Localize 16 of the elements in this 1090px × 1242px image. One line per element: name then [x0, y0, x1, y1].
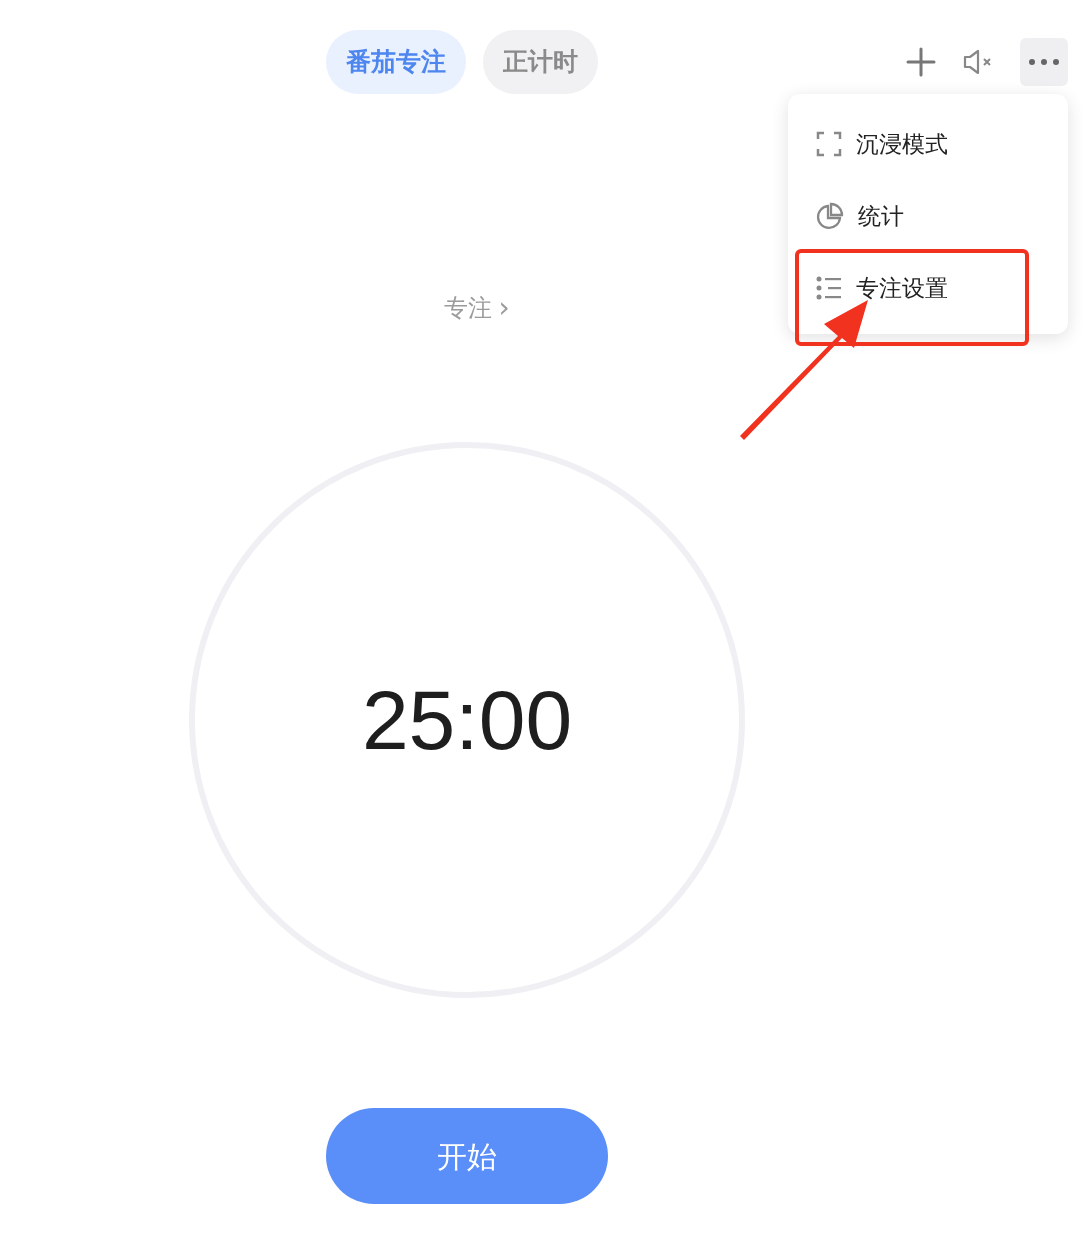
- more-button[interactable]: [1020, 38, 1068, 86]
- chevron-icon[interactable]: ›: [498, 294, 510, 322]
- timer-text: 25:00: [361, 672, 573, 769]
- more-icon: [1028, 58, 1060, 66]
- focus-label[interactable]: 专注: [444, 290, 493, 326]
- menu-item[interactable]: 专注设置: [816, 270, 948, 306]
- mode-tab[interactable]: 正计时: [483, 30, 598, 94]
- mute-icon[interactable]: [962, 48, 994, 76]
- menu-item[interactable]: 沉浸模式: [816, 126, 948, 162]
- plus-icon[interactable]: [906, 47, 936, 77]
- pie-chart-icon: [816, 202, 844, 230]
- start-button[interactable]: 开始: [326, 1108, 608, 1204]
- fullscreen-icon: [816, 131, 842, 157]
- menu-item[interactable]: 统计: [816, 198, 904, 234]
- mode-tab[interactable]: 番茄专注: [326, 30, 466, 94]
- list-icon: [816, 276, 842, 300]
